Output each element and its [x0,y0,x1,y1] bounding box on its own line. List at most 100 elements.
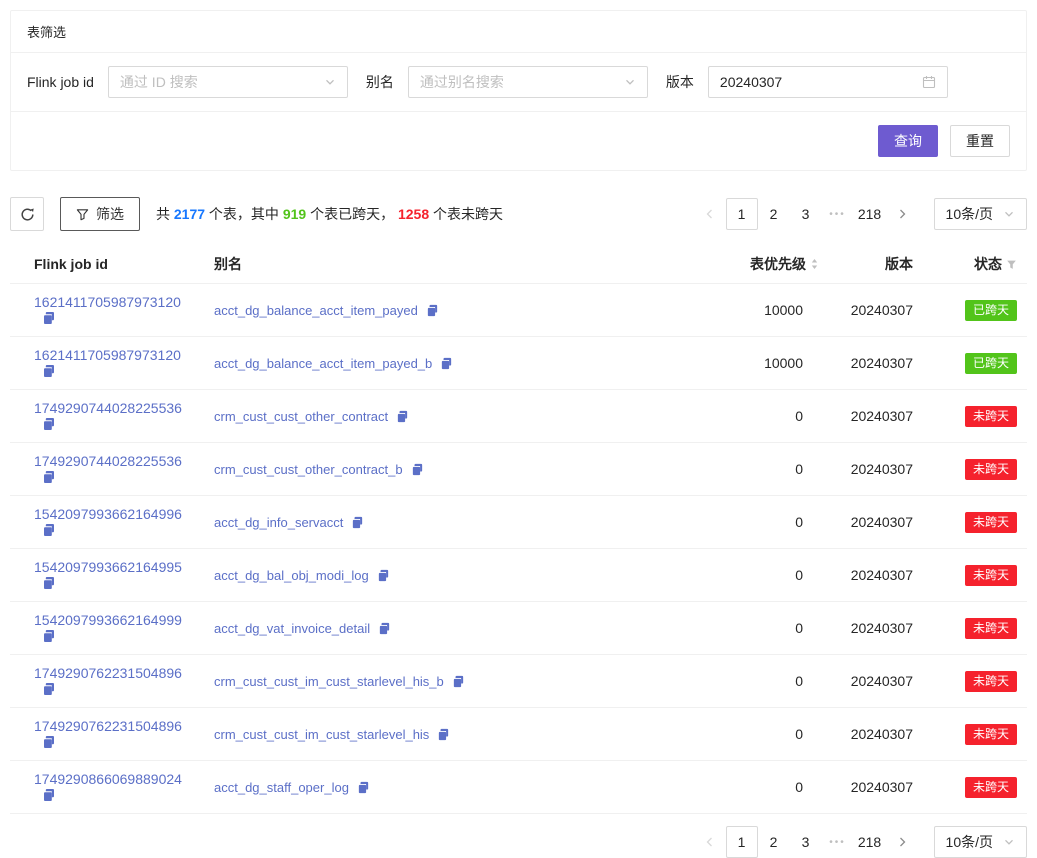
status-badge: 未跨天 [965,618,1017,639]
summary-mid2: 个表已跨天， [306,206,398,222]
priority-header-label: 表优先级 [750,254,806,274]
flink-job-id-link[interactable]: 1749290744028225536 [34,400,182,416]
summary-prefix: 共 [156,206,174,222]
chevron-down-icon [624,76,636,88]
page: 表筛选 Flink job id 通过 ID 搜索 别名 通过别名搜索 [0,0,1037,858]
page-ellipsis[interactable]: ••• [822,826,854,858]
alias-link[interactable]: crm_cust_cust_im_cust_starlevel_his_b [214,674,444,689]
copy-icon[interactable] [42,629,56,643]
toolbar: 筛选 共 2177 个表，其中 919 个表已跨天， 1258 个表未跨天 1 … [10,197,1027,231]
copy-icon[interactable] [440,357,453,370]
total-count: 2177 [174,206,205,222]
copy-icon[interactable] [42,735,56,749]
alias-link[interactable]: crm_cust_cust_other_contract [214,409,388,424]
prev-page-button[interactable] [694,826,726,858]
copy-icon[interactable] [351,516,364,529]
summary-suffix: 个表未跨天 [429,206,503,222]
alias-select[interactable]: 通过别名搜索 [408,66,648,98]
copy-icon[interactable] [42,523,56,537]
copy-icon[interactable] [377,569,390,582]
prev-page-button[interactable] [694,198,726,230]
alias-cell: crm_cust_cust_other_contract [206,390,697,443]
version-date-input[interactable]: 20240307 [708,66,948,98]
flink-job-id-link[interactable]: 1749290762231504896 [34,665,182,681]
flink-job-id-link[interactable]: 1749290762231504896 [34,718,182,734]
filter-toggle-button[interactable]: 筛选 [60,197,140,231]
copy-icon[interactable] [452,675,465,688]
flink-job-id-cell: 1542097993662164996 [10,496,206,549]
page-button-3[interactable]: 3 [790,826,822,858]
alias-link[interactable]: acct_dg_vat_invoice_detail [214,621,370,636]
copy-icon[interactable] [42,311,56,325]
priority-cell: 10000 [697,337,827,390]
status-badge: 未跨天 [965,671,1017,692]
filter-actions-row: 查询 重置 [11,112,1026,170]
alias-cell: acct_dg_balance_acct_item_payed_b [206,337,697,390]
table-row: 1621411705987973120 acct_dg_balance_acct… [10,337,1027,390]
flink-job-id-select[interactable]: 通过 ID 搜索 [108,66,348,98]
filter-row: Flink job id 通过 ID 搜索 别名 通过别名搜索 [11,53,1026,112]
page-button-3[interactable]: 3 [790,198,822,230]
reset-button[interactable]: 重置 [950,125,1010,157]
alias-cell: acct_dg_bal_obj_modi_log [206,549,697,602]
flink-job-id-link[interactable]: 1749290744028225536 [34,453,182,469]
alias-link[interactable]: crm_cust_cust_im_cust_starlevel_his [214,727,429,742]
flink-job-id-cell: 1621411705987973120 [10,337,206,390]
column-header-version: 版本 [827,245,923,284]
flink-job-id-link[interactable]: 1542097993662164996 [34,506,182,522]
page-button-last[interactable]: 218 [854,198,886,230]
copy-icon[interactable] [42,417,56,431]
copy-icon[interactable] [42,576,56,590]
page-button-2[interactable]: 2 [758,826,790,858]
next-page-button[interactable] [886,826,918,858]
flink-job-id-link[interactable]: 1749290866069889024 [34,771,182,787]
version-label: 版本 [666,72,694,92]
alias-link[interactable]: acct_dg_balance_acct_item_payed_b [214,356,432,371]
page-button-1[interactable]: 1 [726,826,758,858]
pagination-top: 1 2 3 ••• 218 [694,198,918,230]
copy-icon[interactable] [357,781,370,794]
priority-cell: 0 [697,549,827,602]
copy-icon[interactable] [396,410,409,423]
tables-grid: Flink job id 别名 表优先级 版本 状态 [10,245,1027,814]
flink-job-id-link[interactable]: 1542097993662164995 [34,559,182,575]
table-header-row: Flink job id 别名 表优先级 版本 状态 [10,245,1027,284]
column-header-alias: 别名 [206,245,697,284]
flink-job-id-link[interactable]: 1621411705987973120 [34,347,181,363]
alias-link[interactable]: acct_dg_info_servacct [214,515,343,530]
copy-icon[interactable] [42,364,56,378]
copy-icon[interactable] [378,622,391,635]
page-button-last[interactable]: 218 [854,826,886,858]
page-ellipsis[interactable]: ••• [822,198,854,230]
alias-link[interactable]: acct_dg_balance_acct_item_payed [214,303,418,318]
funnel-icon[interactable] [1006,259,1017,270]
copy-icon[interactable] [42,470,56,484]
copy-icon[interactable] [437,728,450,741]
filter-icon [76,208,89,221]
chevron-down-icon [1003,836,1015,848]
column-header-priority: 表优先级 [697,245,827,284]
chevron-down-icon [324,76,336,88]
calendar-icon [922,75,936,89]
flink-job-id-link[interactable]: 1542097993662164999 [34,612,182,628]
alias-link[interactable]: acct_dg_staff_oper_log [214,780,349,795]
query-button[interactable]: 查询 [878,125,938,157]
copy-icon[interactable] [42,788,56,802]
sort-icon[interactable] [810,257,819,271]
table-row: 1749290762231504896 crm_cust_cust_im_cus… [10,655,1027,708]
copy-icon[interactable] [42,682,56,696]
refresh-button[interactable] [10,197,44,231]
flink-job-id-link[interactable]: 1621411705987973120 [34,294,181,310]
page-size-select-bottom[interactable]: 10条/页 [934,826,1027,858]
copy-icon[interactable] [411,463,424,476]
alias-link[interactable]: crm_cust_cust_other_contract_b [214,462,403,477]
page-size-select-top[interactable]: 10条/页 [934,198,1027,230]
next-page-button[interactable] [886,198,918,230]
page-button-2[interactable]: 2 [758,198,790,230]
flink-job-id-cell: 1542097993662164999 [10,602,206,655]
page-button-1[interactable]: 1 [726,198,758,230]
alias-link[interactable]: acct_dg_bal_obj_modi_log [214,568,369,583]
copy-icon[interactable] [426,304,439,317]
version-field: 版本 20240307 [666,66,948,98]
priority-cell: 0 [697,496,827,549]
